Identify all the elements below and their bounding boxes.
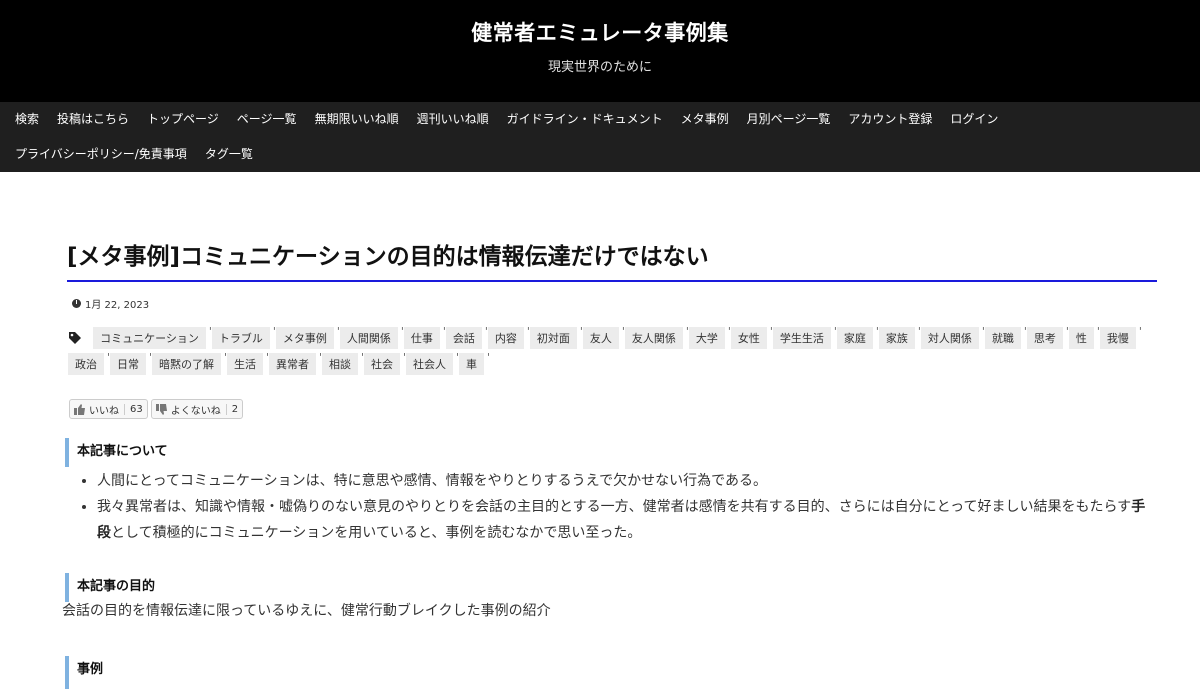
tag-link[interactable]: 暗黙の了解 — [152, 351, 227, 375]
thumbs-up-icon — [74, 403, 85, 415]
bullet-text: 人間にとってコミュニケーションは、特に意思や感情、情報をやりとりするうえで欠かせ… — [97, 473, 768, 489]
tag-link[interactable]: 日常 — [110, 351, 152, 375]
like-label: いいね — [89, 405, 119, 417]
tag-link[interactable]: 性 — [1068, 325, 1100, 349]
purpose-text: 会話の目的を情報伝達に限っているゆえに、健常行動ブレイクした事例の紹介 — [62, 603, 551, 619]
tag-link[interactable]: コミュニケーション — [93, 325, 212, 349]
site-description: 現実世界のために — [547, 60, 652, 75]
like-button[interactable]: いいね 63 — [69, 399, 148, 419]
tag-link[interactable]: 大学 — [688, 325, 731, 349]
nav-item[interactable]: 月別ページ一覧 — [738, 102, 840, 137]
tag-link[interactable]: 対人関係 — [920, 325, 985, 349]
main-nav: 検索 投稿はこちら トップページ ページ一覧 無期限いいね順 週刊いいね順 ガイドライン・ド… — [0, 102, 1200, 172]
bullet-text: として積極的にコミュニケーションを用いていると、事例を読むなかで思い至った。 — [111, 525, 642, 541]
dislike-label: よくないね — [170, 405, 221, 417]
tag-icon — [69, 331, 81, 344]
tag-link[interactable]: 生活 — [227, 351, 269, 375]
list-item: 我々異常者は、知識や情報・嘘偽りのない意見のやりとりを会話の主目的とする一方、健… — [97, 494, 1147, 546]
tag-link[interactable]: 内容 — [487, 325, 530, 349]
tag-link[interactable]: 我慢 — [1099, 325, 1142, 349]
tag-link[interactable]: 社会 — [364, 351, 406, 375]
vote-buttons: いいね 63 よくないね 2 — [69, 399, 244, 419]
about-list: 人間にとってコミュニケーションは、特に意思や感情、情報をやりとりするうえで欠かせ… — [80, 468, 1147, 546]
nav-item[interactable]: 投稿はこちら — [48, 102, 138, 137]
article: [メタ事例]コミュニケーションの目的は情報伝達だけではない 1月 22, 202… — [0, 172, 1200, 689]
dislike-button[interactable]: よくないね 2 — [150, 399, 244, 419]
tag-link[interactable]: 政治 — [68, 351, 110, 375]
nav-item[interactable]: タグ一覧 — [196, 137, 262, 172]
like-count: 63 — [124, 403, 143, 415]
post-meta: 1月 22, 2023 — [72, 296, 149, 311]
bullet-text: 我々異常者は、知識や情報・嘘偽りのない意見のやりとりを会話の主目的とする一方、健… — [97, 499, 1132, 515]
tag-link[interactable]: 車 — [459, 351, 490, 375]
tag-link[interactable]: 友人関係 — [624, 325, 689, 349]
site-header: 健常者エミュレータ事例集 現実世界のために — [0, 0, 1200, 102]
tag-link[interactable]: 社会人 — [406, 351, 459, 375]
section-heading-purpose: 本記事の目的 — [65, 572, 1157, 602]
nav-item[interactable]: プライバシーポリシー/免責事項 — [6, 137, 196, 172]
tag-link[interactable]: 人間関係 — [339, 325, 404, 349]
article-title: [メタ事例]コミュニケーションの目的は情報伝達だけではない — [67, 240, 1157, 282]
tag-link[interactable]: 相談 — [322, 351, 364, 375]
tag-link[interactable]: 家族 — [878, 325, 921, 349]
tag-link[interactable]: トラブル — [211, 325, 276, 349]
nav-item[interactable]: 無期限いいね順 — [306, 102, 408, 137]
tag-link[interactable]: 友人 — [582, 325, 625, 349]
tag-link[interactable]: メタ事例 — [275, 325, 340, 349]
nav-item[interactable]: ガイドライン・ドキュメント — [498, 102, 672, 137]
tag-link[interactable]: 学生生活 — [772, 325, 837, 349]
nav-item[interactable]: ページ一覧 — [228, 102, 306, 137]
clock-icon — [72, 299, 81, 308]
tag-link[interactable]: 女性 — [730, 325, 773, 349]
tag-link[interactable]: 仕事 — [403, 325, 446, 349]
thumbs-down-icon — [155, 403, 167, 415]
tag-link[interactable]: 思考 — [1026, 325, 1069, 349]
nav-item[interactable]: トップページ — [138, 102, 228, 137]
tag-link[interactable]: 初対面 — [529, 325, 583, 349]
nav-item[interactable]: ログイン — [941, 102, 1007, 137]
tag-link[interactable]: 就職 — [984, 325, 1027, 349]
tag-link[interactable]: 異常者 — [269, 351, 322, 375]
nav-item[interactable]: 検索 — [6, 102, 48, 137]
site-title[interactable]: 健常者エミュレータ事例集 — [0, 0, 1200, 47]
nav-item[interactable]: アカウント登録 — [839, 102, 941, 137]
nav-item[interactable]: 週刊いいね順 — [408, 102, 498, 137]
tag-list: コミュニケーショントラブルメタ事例人間関係仕事会話内容初対面友人友人関係大学女性… — [68, 325, 1148, 379]
nav-item[interactable]: メタ事例 — [672, 102, 738, 137]
list-item: 人間にとってコミュニケーションは、特に意思や感情、情報をやりとりするうえで欠かせ… — [97, 468, 1147, 494]
nav-list: 検索 投稿はこちら トップページ ページ一覧 無期限いいね順 週刊いいね順 ガイドライン・ド… — [6, 102, 1194, 172]
section-heading-example: 事例 — [65, 655, 1157, 689]
dislike-count: 2 — [225, 403, 238, 415]
section-heading-about: 本記事について — [65, 437, 1157, 467]
tag-link[interactable]: 会話 — [445, 325, 488, 349]
tag-link[interactable]: 家庭 — [836, 325, 879, 349]
post-date: 1月 22, 2023 — [85, 300, 150, 311]
